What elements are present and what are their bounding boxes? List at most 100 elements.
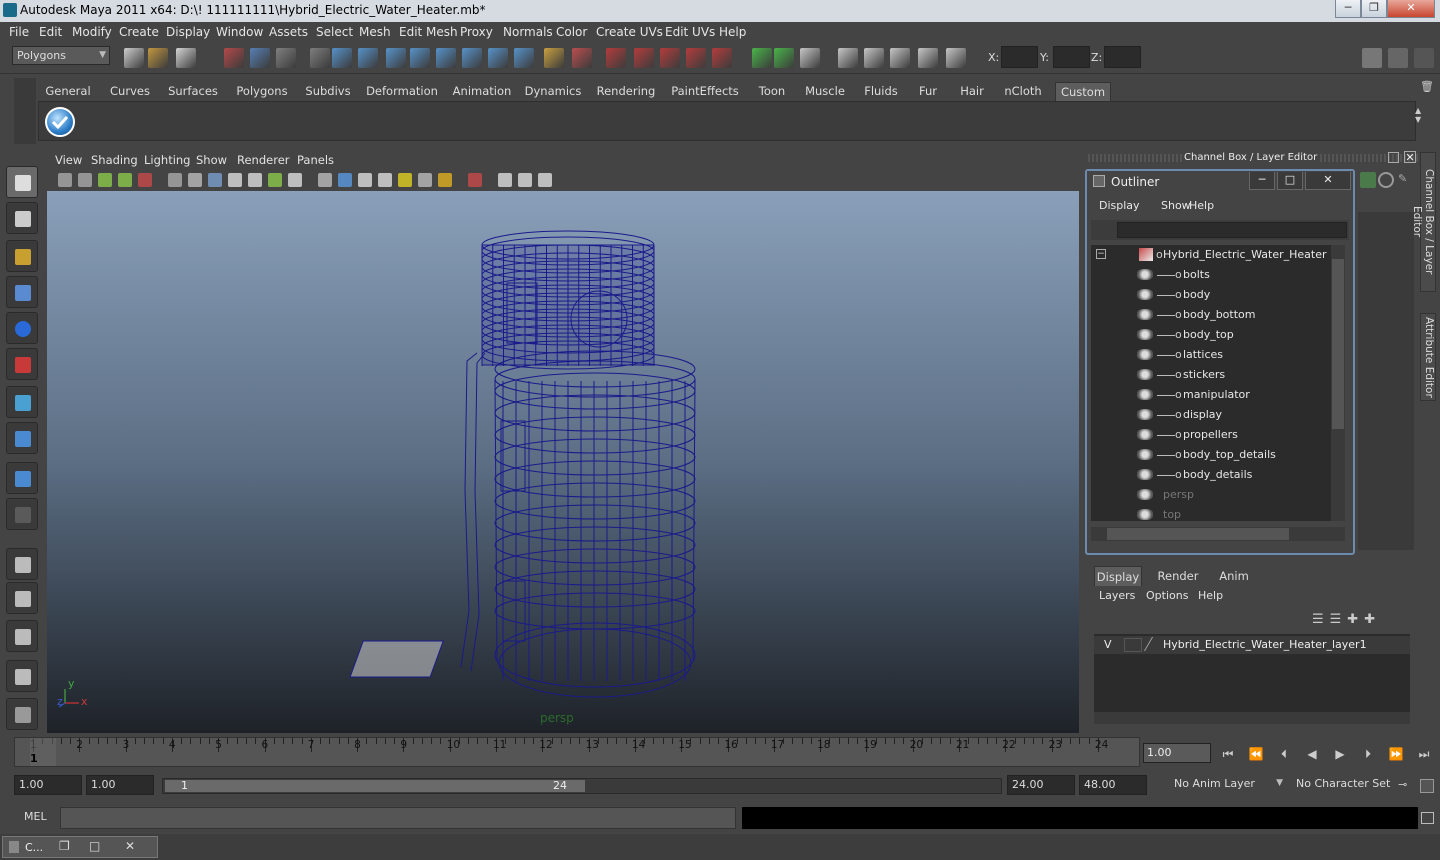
outliner-vscroll[interactable]: [1331, 245, 1345, 521]
play-backwards-icon[interactable]: ◀: [1302, 744, 1322, 764]
minimized-window[interactable]: C... ❐ □ ✕: [2, 836, 158, 858]
viewport-menu-shading[interactable]: Shading: [91, 153, 138, 167]
tab-display[interactable]: Display: [1094, 566, 1142, 586]
viewport-toolbar-icon[interactable]: [98, 173, 112, 187]
list-item[interactable]: o manipulator: [1091, 385, 1331, 405]
anim-layer-dropdown[interactable]: No Anim Layer ▼: [1170, 775, 1286, 795]
viewport-toolbar-icon[interactable]: [438, 173, 452, 187]
tool-settings-toggle-icon[interactable]: [1414, 48, 1434, 68]
play-forwards-icon[interactable]: ▶: [1330, 744, 1350, 764]
range-slider[interactable]: 1 24: [162, 778, 1002, 794]
layer-menu-help[interactable]: Help: [1198, 589, 1223, 602]
show-manipulator-icon[interactable]: [6, 698, 38, 730]
menu-create-uvs[interactable]: Create UVs: [596, 25, 663, 39]
layer-hscroll[interactable]: [1094, 712, 1410, 724]
minimize-button[interactable]: ─: [1335, 0, 1361, 18]
paint-select-icon[interactable]: [6, 240, 38, 272]
viewport-menu-panels[interactable]: Panels: [297, 153, 334, 167]
status-tool-icon[interactable]: [918, 48, 938, 68]
list-item[interactable]: o propellers: [1091, 425, 1331, 445]
status-tool-icon[interactable]: [660, 48, 680, 68]
menu-edit[interactable]: Edit: [39, 25, 62, 39]
outliner-minimize-button[interactable]: ─: [1249, 172, 1275, 190]
outliner-menu-help[interactable]: Help: [1189, 199, 1214, 212]
status-tool-icon[interactable]: [606, 48, 626, 68]
preferences-icon[interactable]: [1420, 779, 1434, 793]
rotate-tool-icon[interactable]: [6, 422, 38, 454]
sphere-icon[interactable]: [6, 312, 38, 344]
viewport-menu-renderer[interactable]: Renderer: [237, 153, 290, 167]
viewport-toolbar-icon[interactable]: [188, 173, 202, 187]
graph-layout-icon[interactable]: [6, 660, 38, 692]
outliner-menu-display[interactable]: Display: [1099, 199, 1140, 212]
outliner-hscroll[interactable]: [1091, 527, 1345, 541]
viewport-toolbar-icon[interactable]: [398, 173, 412, 187]
tab-attribute-editor[interactable]: Attribute Editor: [1420, 313, 1436, 401]
viewport-toolbar-icon[interactable]: [518, 173, 532, 187]
x-field[interactable]: [1001, 46, 1038, 68]
shelf-menu-handle[interactable]: [14, 78, 36, 144]
status-tool-icon[interactable]: [712, 48, 732, 68]
tab-hair[interactable]: Hair: [953, 82, 991, 101]
z-field[interactable]: [1104, 46, 1141, 68]
character-set-dropdown[interactable]: No Character Set: [1292, 775, 1394, 795]
lasso-tool-icon[interactable]: [6, 202, 38, 234]
tab-deformation[interactable]: Deformation: [364, 82, 440, 101]
outliner-menu-show[interactable]: Show: [1161, 199, 1191, 212]
menu-set-dropdown[interactable]: Polygons ▼: [12, 46, 110, 65]
key-icon[interactable]: ⊸: [1398, 778, 1407, 791]
step-back-key-icon[interactable]: ⏪: [1246, 744, 1266, 764]
current-frame-field[interactable]: 1.00: [1143, 743, 1211, 763]
tab-animation[interactable]: Animation: [448, 82, 516, 101]
end-time-field[interactable]: 48.00: [1079, 775, 1147, 795]
status-tool-icon[interactable]: [634, 48, 654, 68]
viewport-menu-lighting[interactable]: Lighting: [144, 153, 190, 167]
tab-curves[interactable]: Curves: [105, 82, 155, 101]
move-tool-icon[interactable]: [6, 386, 38, 418]
mel-input[interactable]: [60, 807, 736, 829]
status-tool-icon[interactable]: [774, 48, 794, 68]
range-slider-handle[interactable]: 1 24: [165, 779, 585, 792]
tab-dynamics[interactable]: Dynamics: [522, 82, 584, 101]
viewport-toolbar-icon[interactable]: [288, 173, 302, 187]
menu-modify[interactable]: Modify: [72, 25, 112, 39]
go-to-end-icon[interactable]: ⏭: [1414, 744, 1434, 764]
status-tool-icon[interactable]: [686, 48, 706, 68]
layer-color-swatch[interactable]: [1143, 637, 1165, 651]
layer-row[interactable]: V Hybrid_Electric_Water_Heater_layer1: [1094, 636, 1410, 654]
circle-icon[interactable]: [1378, 172, 1394, 188]
tab-fluids[interactable]: Fluids: [859, 82, 903, 101]
select-tool-icon[interactable]: [6, 166, 38, 198]
list-item[interactable]: o lattices: [1091, 345, 1331, 365]
viewport-toolbar-icon[interactable]: [228, 173, 242, 187]
status-tool-icon[interactable]: [462, 48, 482, 68]
status-tool-icon[interactable]: [386, 48, 406, 68]
status-tool-icon[interactable]: [410, 48, 430, 68]
panel-float-icon[interactable]: [1388, 152, 1399, 163]
restore-icon[interactable]: ❐: [59, 839, 70, 853]
viewport-toolbar-icon[interactable]: [138, 173, 152, 187]
channel-box-toggle-icon[interactable]: [1362, 48, 1382, 68]
status-tool-icon[interactable]: [276, 48, 296, 68]
tab-ncloth[interactable]: nCloth: [998, 82, 1048, 101]
tab-custom[interactable]: Custom: [1055, 82, 1111, 101]
sculpt-icon[interactable]: [6, 276, 38, 308]
menu-window[interactable]: Window: [216, 25, 263, 39]
tab-channel-box[interactable]: Channel Box / Layer Editor: [1411, 152, 1436, 292]
shelf-scroll-arrows[interactable]: ▲ ▼: [1415, 106, 1427, 136]
perspective-viewport[interactable]: persp y x z: [47, 191, 1079, 733]
menu-display[interactable]: Display: [166, 25, 210, 39]
viewport-toolbar-icon[interactable]: [318, 173, 332, 187]
outliner-maximize-button[interactable]: □: [1277, 172, 1303, 190]
playback-end-field[interactable]: 24.00: [1007, 775, 1075, 795]
step-back-frame-icon[interactable]: ⏴: [1274, 744, 1294, 764]
layer-type-toggle[interactable]: [1124, 638, 1142, 652]
menu-normals[interactable]: Normals: [503, 25, 553, 39]
panel-close-icon[interactable]: ✕: [1404, 151, 1416, 163]
viewport-toolbar-icon[interactable]: [58, 173, 72, 187]
list-item[interactable]: top: [1091, 505, 1331, 521]
go-to-start-icon[interactable]: ⏮: [1218, 744, 1238, 764]
list-item[interactable]: o bolts: [1091, 265, 1331, 285]
time-slider[interactable]: 1234567891011121314151617181920212223241: [14, 737, 1140, 767]
tab-surfaces[interactable]: Surfaces: [164, 82, 222, 101]
